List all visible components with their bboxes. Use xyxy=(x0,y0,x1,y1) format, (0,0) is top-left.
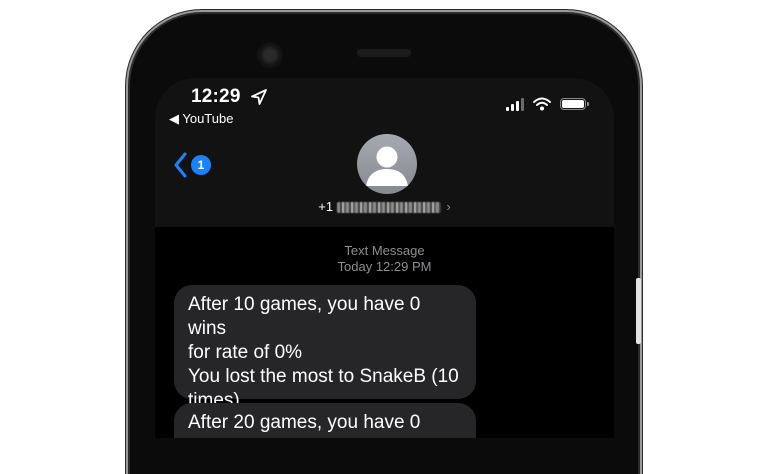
wifi-icon xyxy=(533,97,551,111)
front-camera xyxy=(257,42,283,68)
status-time: 12:29 xyxy=(191,86,241,107)
status-icons xyxy=(506,97,589,111)
message-meta: Text Message Today 12:29 PM xyxy=(155,243,614,275)
contact-chevron: › xyxy=(446,199,451,214)
unread-badge: 1 xyxy=(191,155,211,175)
person-avatar-icon xyxy=(366,146,408,186)
phone-side-button xyxy=(636,278,641,344)
location-arrow-icon xyxy=(251,89,267,105)
redacted-phone-number xyxy=(336,202,441,214)
back-chevron-icon xyxy=(174,152,187,178)
message-bubble[interactable]: After 10 games, you have 0 wins for rate… xyxy=(174,285,476,411)
contact-name[interactable]: +1 › xyxy=(155,199,614,214)
contact-prefix: +1 xyxy=(318,199,334,214)
back-to-app-link[interactable]: ◀ YouTube xyxy=(169,111,233,127)
contact-avatar[interactable] xyxy=(357,134,417,194)
signal-icon xyxy=(506,97,524,111)
message-type-label: Text Message xyxy=(344,243,425,258)
message-bubble[interactable]: After 20 games, you have 0 wins xyxy=(174,403,476,438)
earpiece-speaker xyxy=(357,49,411,57)
message-timestamp: Today 12:29 PM xyxy=(337,259,432,274)
back-button[interactable]: 1 xyxy=(173,152,217,178)
battery-icon xyxy=(560,98,589,110)
conversation-header: 12:29 ◀ YouTube 1 +1 › xyxy=(155,78,614,227)
phone-screen: 12:29 ◀ YouTube 1 +1 › Text Message Toda… xyxy=(155,78,614,438)
